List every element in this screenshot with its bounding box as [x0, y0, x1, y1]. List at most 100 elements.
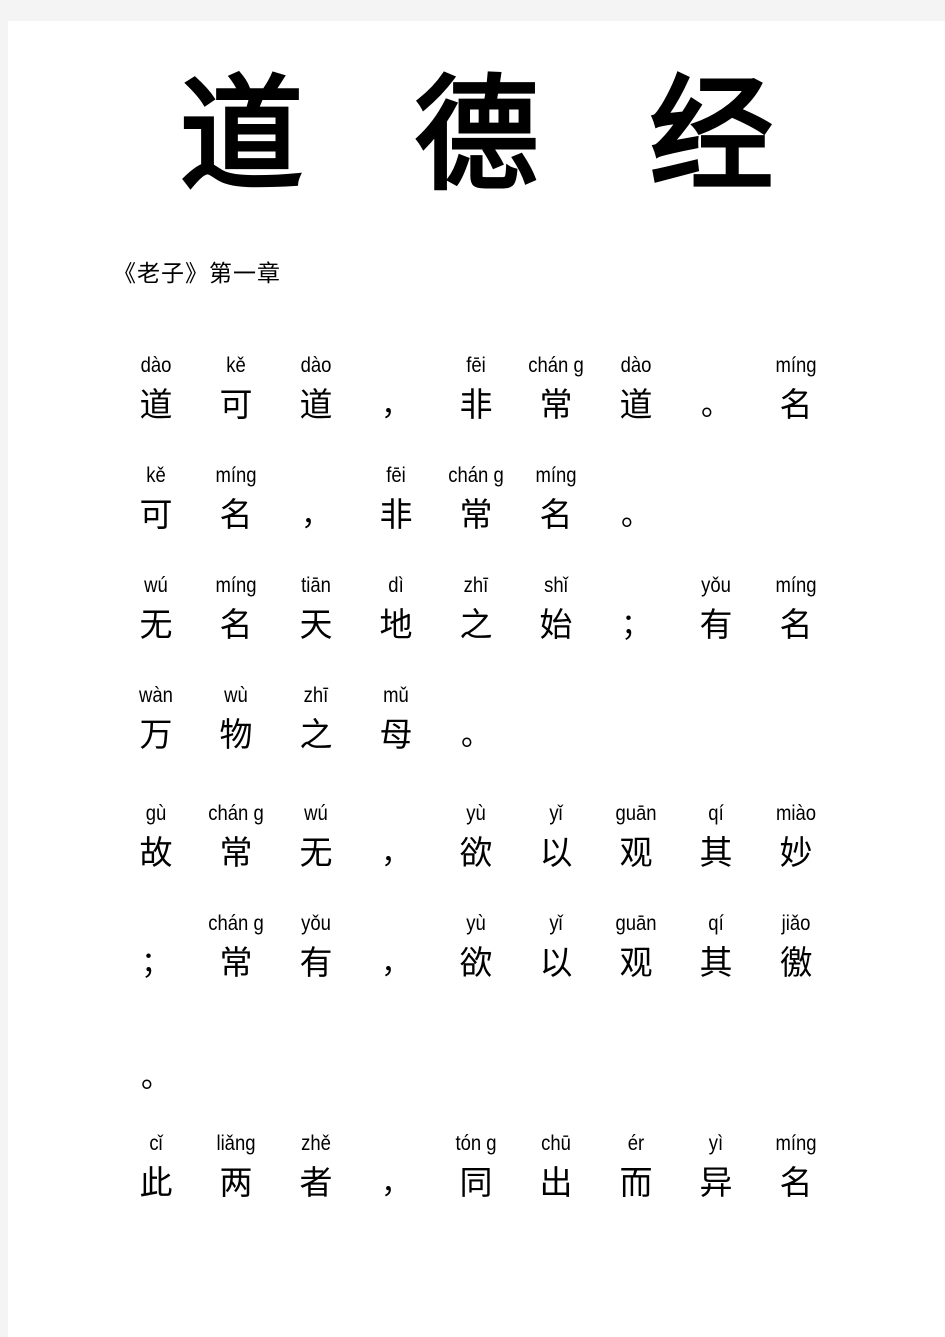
pinyin-annotation — [521, 1023, 591, 1053]
character-cell — [676, 681, 756, 781]
character-cell — [596, 1023, 676, 1123]
hanzi-character: ， — [381, 837, 411, 870]
pinyin-annotation — [681, 461, 751, 491]
character-cell: tón g 同 — [436, 1129, 516, 1229]
character-cell: chán g 常 — [516, 351, 596, 451]
character-cell: tiān 天 — [276, 571, 356, 671]
hanzi-character: ， — [301, 499, 331, 532]
pinyin-annotation: dào — [620, 354, 652, 377]
character-cell: kě 可 — [196, 351, 276, 451]
hanzi-character: 常 — [219, 836, 253, 872]
hanzi-character: 可 — [139, 498, 173, 534]
hanzi-character — [676, 1053, 756, 1105]
hanzi-character — [596, 711, 676, 763]
pinyin-annotation — [761, 681, 831, 711]
hanzi-character — [196, 1053, 276, 1105]
pinyin-annotation: yǐ — [549, 912, 563, 935]
pinyin-annotation — [681, 681, 751, 711]
pinyin-annotation: chán g — [208, 802, 264, 825]
character-cell: yù 欲 — [436, 799, 516, 899]
pinyin-annotation: yǒu — [301, 912, 331, 935]
punctuation-cell: ； — [116, 909, 196, 1009]
hanzi-character: ； — [621, 609, 651, 642]
pinyin-annotation — [601, 571, 671, 601]
hanzi-character — [516, 711, 596, 763]
hanzi-character: 者 — [299, 1166, 333, 1202]
hanzi-character: 此 — [139, 1166, 173, 1202]
hanzi-character: 以 — [539, 946, 573, 982]
hanzi-character: 名 — [219, 608, 253, 644]
hanzi-character: 常 — [459, 498, 493, 534]
hanzi-character: 无 — [299, 836, 333, 872]
pinyin-annotation: míng — [215, 574, 257, 597]
pinyin-annotation: míng — [775, 354, 817, 377]
hanzi-character — [676, 711, 756, 763]
pinyin-annotation: yì — [708, 1132, 724, 1155]
character-cell: zhī 之 — [436, 571, 516, 671]
character-cell: cǐ 此 — [116, 1129, 196, 1229]
character-cell: mǔ 母 — [356, 681, 436, 781]
pinyin-annotation: míng — [775, 574, 817, 597]
character-cell — [676, 1023, 756, 1123]
hanzi-character: 有 — [299, 946, 333, 982]
character-cell: chū 出 — [516, 1129, 596, 1229]
pinyin-annotation — [761, 1023, 831, 1053]
character-cell: míng 名 — [756, 1129, 836, 1229]
verse-line: gù 故 chán g 常 wú 无 ， yù 欲 yǐ 以 guān 观 qí 其 miào 妙 — [116, 799, 906, 909]
hanzi-character: 。 — [461, 719, 491, 752]
pinyin-annotation: míng — [535, 464, 577, 487]
character-cell — [516, 681, 596, 781]
verse-line: ； chán g 常 yǒu 有 ， yù 欲 yǐ 以 guān 观 qí 其 jiǎo 徼 — [116, 909, 906, 1019]
character-cell: dào 道 — [276, 351, 356, 451]
verse-line: cǐ 此 liǎng 两 zhě 者 ， tón g 同 chū 出 ér 而 yì 异 míng 名 — [116, 1129, 906, 1239]
hanzi-character: 同 — [459, 1166, 493, 1202]
pinyin-annotation: dào — [300, 354, 332, 377]
pinyin-annotation: fēi — [466, 354, 486, 377]
pinyin-annotation: jiǎo — [781, 912, 811, 935]
hanzi-character: 以 — [539, 836, 573, 872]
pinyin-annotation: ér — [627, 1132, 645, 1155]
pinyin-annotation: kě — [146, 464, 166, 487]
verse-line: kě 可 míng 名 ， fēi 非 chán g 常 míng 名 。 — [116, 461, 906, 571]
hanzi-character — [276, 1053, 356, 1105]
punctuation-cell: ； — [596, 571, 676, 671]
character-cell: qí 其 — [676, 909, 756, 1009]
hanzi-character: 而 — [619, 1166, 653, 1202]
page-title: 道 德 经 — [179, 68, 814, 205]
hanzi-character: 之 — [459, 608, 493, 644]
pinyin-annotation: yǒu — [701, 574, 731, 597]
verse-line: wú 无 míng 名 tiān 天 dì 地 zhī 之 shǐ 始 ； yǒu 有 míng 名 — [116, 571, 906, 681]
pinyin-annotation: zhě — [301, 1132, 331, 1155]
pinyin-annotation: kě — [226, 354, 246, 377]
character-cell: ér 而 — [596, 1129, 676, 1229]
hanzi-character: 可 — [219, 388, 253, 424]
character-cell: yù 欲 — [436, 909, 516, 1009]
hanzi-character: 徼 — [779, 946, 813, 982]
hanzi-character: 天 — [299, 608, 333, 644]
character-cell: míng 名 — [196, 571, 276, 671]
hanzi-character: 万 — [139, 718, 173, 754]
punctuation-cell: ， — [356, 1129, 436, 1229]
pinyin-annotation — [441, 1023, 511, 1053]
hanzi-character: 无 — [139, 608, 173, 644]
character-cell: chán g 常 — [196, 909, 276, 1009]
pinyin-annotation: mǔ — [383, 684, 409, 707]
pinyin-annotation: míng — [215, 464, 257, 487]
character-cell: míng 名 — [196, 461, 276, 561]
pinyin-annotation — [281, 461, 351, 491]
hanzi-character: 。 — [701, 389, 731, 422]
hanzi-character: ， — [381, 1167, 411, 1200]
character-cell: dào 道 — [596, 351, 676, 451]
hanzi-character: ； — [141, 947, 171, 980]
hanzi-character: 观 — [619, 836, 653, 872]
pinyin-annotation — [361, 799, 431, 829]
character-cell — [276, 1023, 356, 1123]
hanzi-character: 常 — [219, 946, 253, 982]
pinyin-annotation: yǐ — [549, 802, 563, 825]
hanzi-character: 两 — [219, 1166, 253, 1202]
hanzi-character: 妙 — [779, 836, 813, 872]
pinyin-annotation — [361, 1129, 431, 1159]
document-page: 道 德 经 《老子》第一章 dào 道 kě 可 dào 道， fēi 非 chán g 常 dào… — [8, 21, 945, 1337]
pinyin-annotation: wú — [144, 574, 168, 597]
pinyin-annotation: guān — [615, 912, 657, 935]
